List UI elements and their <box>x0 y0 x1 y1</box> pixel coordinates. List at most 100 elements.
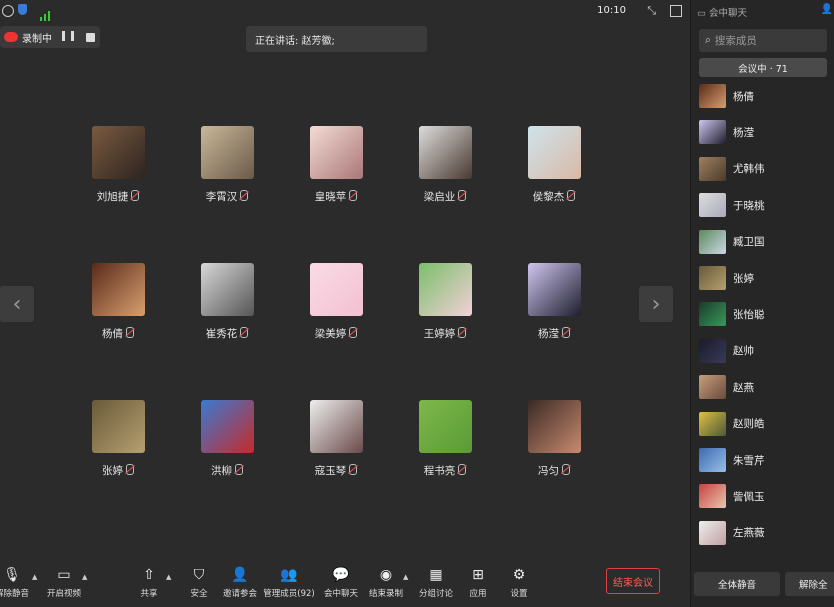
start-video-button[interactable]: ▭ 开启视频 <box>38 567 90 599</box>
video-options-caret[interactable]: ▲ <box>82 573 87 581</box>
mic-muted-icon <box>349 327 358 338</box>
participant-tile[interactable]: 张婷 <box>68 400 168 478</box>
shield-check-icon: ⛉ <box>193 567 205 583</box>
participant-tile[interactable]: 梁美婷 <box>286 263 386 341</box>
mic-muted-icon <box>567 190 576 201</box>
participant-name: 杨倩 <box>68 326 168 341</box>
participant-tile[interactable]: 李霄汉 <box>177 126 277 204</box>
avatar <box>200 263 254 316</box>
layout-icon[interactable] <box>670 5 682 17</box>
mute-all-button[interactable]: 全体静音 <box>694 572 780 596</box>
next-page-button[interactable]: › <box>639 286 673 322</box>
participant-tile[interactable]: 程书亮 <box>395 400 495 478</box>
participant-tile[interactable]: 杨滢 <box>504 263 604 341</box>
apps-icon: ⊞ <box>472 567 484 583</box>
avatar <box>309 263 363 316</box>
member-list-item[interactable]: 臧卫国 <box>699 228 827 256</box>
member-list-item[interactable]: 赵帅 <box>699 337 827 365</box>
invite-label: 邀请参会 <box>222 589 257 599</box>
member-list-item[interactable]: 左燕薇 <box>699 519 827 547</box>
member-list-item[interactable]: 訾佩玉 <box>699 482 827 510</box>
mic-muted-icon <box>562 464 570 475</box>
avatar <box>699 266 726 290</box>
settings-button[interactable]: ⚙ 设置 <box>493 567 545 599</box>
stop-record-button[interactable] <box>86 32 95 42</box>
participant-tile[interactable]: 侯黎杰 <box>504 126 604 204</box>
stop-recording-button[interactable]: ◉ 结束录制 <box>360 567 412 599</box>
member-list-item[interactable]: 杨滢 <box>699 118 827 146</box>
video-label: 开启视频 <box>46 589 81 599</box>
stop-record-label: 结束录制 <box>368 589 403 599</box>
avatar <box>699 375 726 400</box>
avatar <box>699 193 726 218</box>
member-list-item[interactable]: 于晓桃 <box>699 191 827 219</box>
participant-name: 李霄汉 <box>177 189 277 204</box>
avatar <box>527 126 581 179</box>
participant-name-text: 崔秀花 <box>205 328 238 340</box>
unmute-all-button[interactable]: 解除全 <box>785 572 834 596</box>
share-label: 共享 <box>140 589 158 599</box>
member-search-input[interactable]: ⌕ 搜索成员 <box>699 29 827 52</box>
meeting-toolbar: 🎙 解除静音 ▲ ▭ 开启视频 ▲ ⇧ 共享 ▲ ⛉ 安全 👤 邀请参会 👥 管理成员(92… <box>0 555 690 607</box>
member-name: 朱雪芹 <box>733 454 765 467</box>
member-list-item[interactable]: 张婷 <box>699 264 827 292</box>
mic-muted-icon: 🎙 <box>3 567 21 583</box>
member-list-item[interactable]: 张怡聪 <box>699 300 827 328</box>
participant-name: 张婷 <box>68 463 168 478</box>
manage-members-button[interactable]: 👥 管理成员(92) <box>262 567 316 599</box>
participant-tile[interactable]: 崔秀花 <box>177 263 277 341</box>
avatar <box>309 400 363 453</box>
participant-name: 崔秀花 <box>177 326 277 341</box>
security-label: 安全 <box>190 589 208 599</box>
participant-tile[interactable]: 皇晓苹 <box>286 126 386 204</box>
mic-muted-icon <box>349 464 358 475</box>
apps-label: 应用 <box>469 589 487 599</box>
record-options-caret[interactable]: ▲ <box>403 573 408 581</box>
participant-name: 皇晓苹 <box>286 189 386 204</box>
info-icon[interactable] <box>2 5 14 17</box>
participant-name-text: 杨倩 <box>102 328 123 340</box>
invite-button[interactable]: 👤 邀请参会 <box>214 567 266 599</box>
avatar <box>200 126 254 179</box>
participant-tile[interactable]: 洪柳 <box>177 400 277 478</box>
avatar <box>699 156 726 181</box>
end-meeting-button[interactable]: 结束会议 <box>606 568 660 594</box>
member-list-item[interactable]: 赵燕 <box>699 373 827 401</box>
participant-tile[interactable]: 冯匀 <box>504 400 604 478</box>
member-list-item[interactable]: 朱雪芹 <box>699 446 827 474</box>
participant-tile[interactable]: 寇玉琴 <box>286 400 386 478</box>
mic-muted-icon <box>235 464 243 475</box>
tab-in-meeting[interactable]: 会议中 · 71 <box>699 58 827 77</box>
member-list-item[interactable]: 赵则皓 <box>699 410 827 438</box>
member-list-item[interactable]: 尤韩伟 <box>699 155 827 183</box>
share-screen-icon: ⇧ <box>143 567 155 583</box>
shield-icon[interactable] <box>18 4 27 15</box>
audio-options-caret[interactable]: ▲ <box>32 573 37 581</box>
member-list-item[interactable]: 杨倩 <box>699 82 827 110</box>
unmute-button[interactable]: 🎙 解除静音 <box>0 567 38 599</box>
record-stop-icon: ◉ <box>379 567 393 583</box>
participant-tile[interactable]: 杨倩 <box>68 263 168 341</box>
participant-tile[interactable]: 刘旭捷 <box>68 126 168 204</box>
member-name: 尤韩伟 <box>733 163 765 176</box>
participant-name-text: 程书亮 <box>423 465 456 477</box>
person-icon[interactable]: 👤 <box>821 4 833 15</box>
participant-tile[interactable]: 梁启业 <box>395 126 495 204</box>
pause-record-button[interactable] <box>62 31 74 43</box>
participant-tile[interactable]: 王婷婷 <box>395 263 495 341</box>
member-name: 赵帅 <box>733 345 754 358</box>
members-icon: 👥 <box>280 567 298 583</box>
exit-fullscreen-icon[interactable]: ⤡ <box>647 4 656 18</box>
mic-muted-icon <box>240 327 249 338</box>
share-button[interactable]: ⇧ 共享 <box>123 567 175 599</box>
avatar <box>699 484 726 509</box>
participant-name-text: 皇晓苹 <box>314 191 347 203</box>
participant-name: 梁启业 <box>395 189 495 204</box>
member-name: 赵则皓 <box>733 418 765 431</box>
prev-page-button[interactable]: ‹ <box>0 286 34 322</box>
avatar <box>527 400 581 453</box>
participant-name: 程书亮 <box>395 463 495 478</box>
chat-label: 会中聊天 <box>323 589 358 599</box>
video-off-icon: ▭ <box>57 567 71 583</box>
share-options-caret[interactable]: ▲ <box>166 573 171 581</box>
